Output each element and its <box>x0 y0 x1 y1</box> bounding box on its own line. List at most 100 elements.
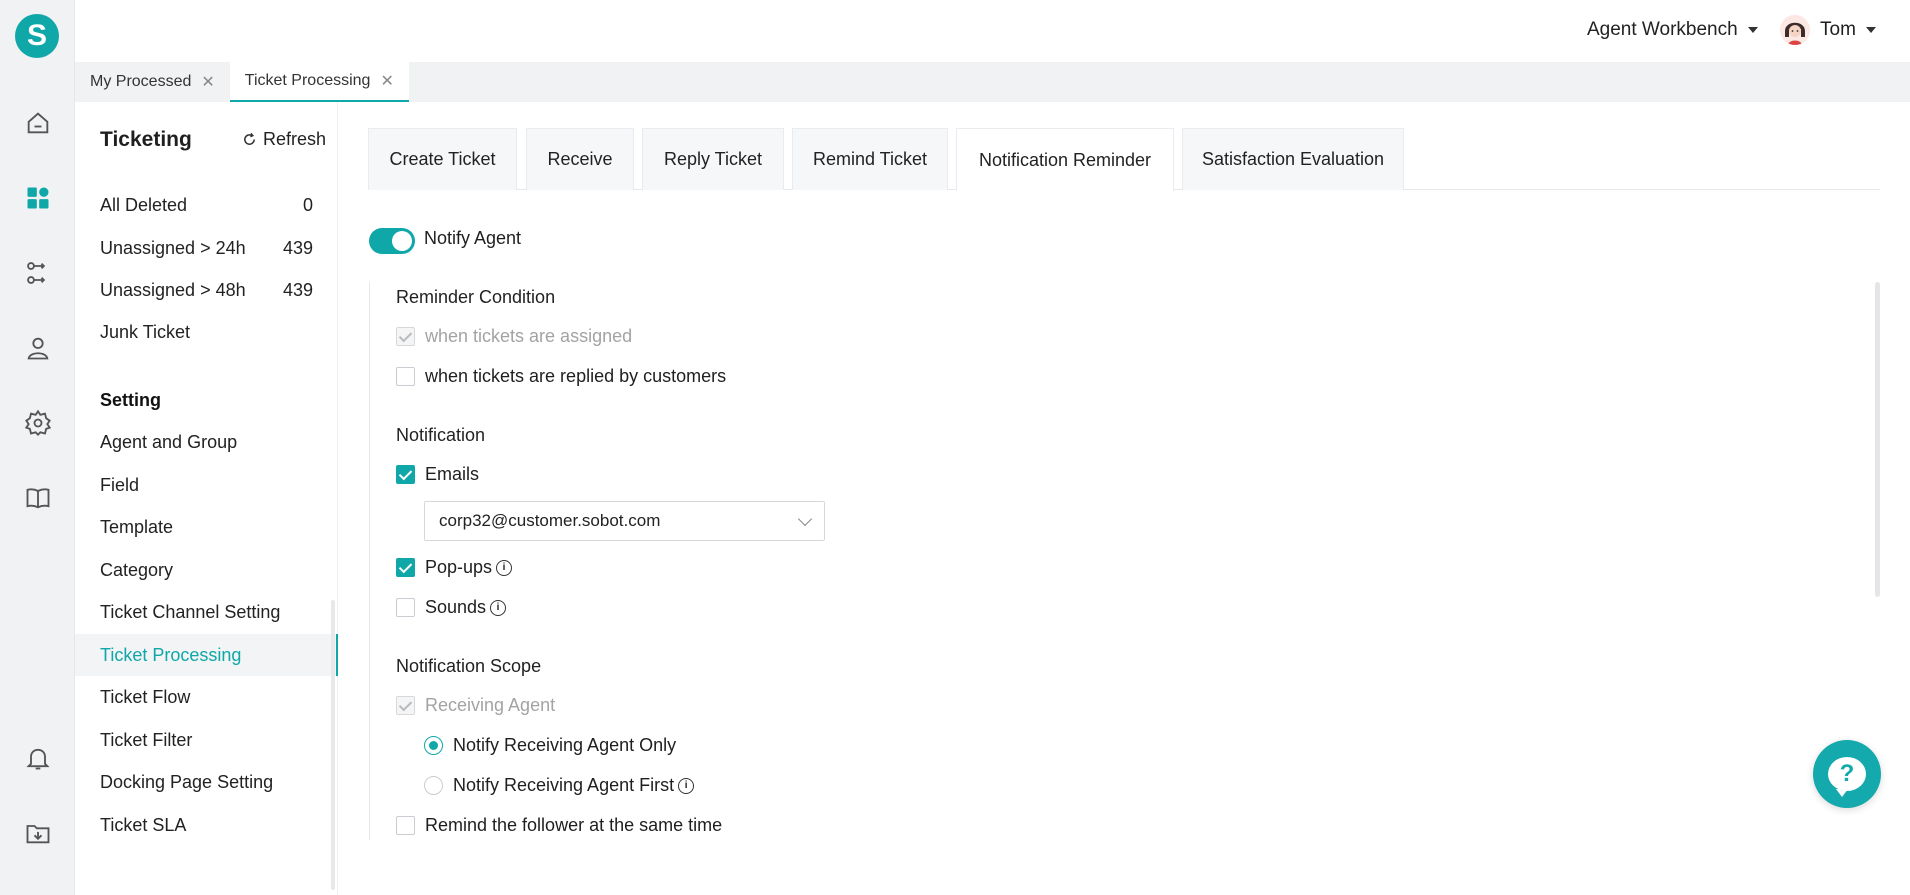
info-icon[interactable]: i <box>496 559 513 576</box>
tab-satisfaction-evaluation[interactable]: Satisfaction Evaluation <box>1182 128 1404 190</box>
sidebar-item-unassigned-48h[interactable]: Unassigned > 48h 439 <box>75 269 338 311</box>
sidebar-item-all-deleted[interactable]: All Deleted 0 <box>75 184 338 226</box>
brand-logo[interactable]: S <box>15 14 59 58</box>
tab-remind-ticket[interactable]: Remind Ticket <box>792 128 948 190</box>
routing-icon[interactable] <box>20 255 56 291</box>
sidebar-item-agent-and-group[interactable]: Agent and Group <box>75 421 338 463</box>
refresh-label: Refresh <box>263 129 327 149</box>
checkbox <box>396 696 415 715</box>
sidebar-title: Ticketing <box>100 128 192 151</box>
checkbox[interactable] <box>396 598 415 617</box>
info-icon[interactable]: i <box>490 599 507 616</box>
download-folder-icon[interactable] <box>20 815 56 851</box>
sidebar-item-label: Category <box>100 559 174 580</box>
sidebar-item-ticket-processing[interactable]: Ticket Processing <box>75 634 338 676</box>
sidebar-scrollbar[interactable] <box>331 600 335 890</box>
help-button[interactable]: ? <box>1813 740 1881 808</box>
sidebar-item-junk-ticket[interactable]: Junk Ticket <box>75 311 338 353</box>
sidebar-item-ticket-flow[interactable]: Ticket Flow <box>75 676 338 718</box>
notification-scope-title: Notification Scope <box>396 656 542 676</box>
checkbox-label: Sounds <box>425 597 487 617</box>
reminder-condition-title: Reminder Condition <box>396 287 556 307</box>
sidebar-item-ticket-filter[interactable]: Ticket Filter <box>75 719 338 761</box>
book-icon[interactable] <box>20 480 56 516</box>
sidebar-item-label: Ticket SLA <box>100 814 187 835</box>
checkbox <box>396 327 415 346</box>
user-menu[interactable]: Tom <box>1780 15 1876 45</box>
page-tab-label: My Processed <box>90 73 192 90</box>
checkbox-label: Remind the follower at the same time <box>425 815 723 835</box>
sidebar-item-label: Ticket Channel Setting <box>100 601 281 622</box>
radio[interactable] <box>424 736 443 755</box>
sidebar-item-count: 0 <box>302 194 313 215</box>
notify-receiving-agent-only-radio[interactable]: Notify Receiving Agent Only <box>424 735 676 756</box>
condition-replied-checkbox[interactable]: when tickets are replied by customers <box>396 366 726 387</box>
settings-tab-bar: Create Ticket Receive Reply Ticket Remin… <box>368 128 1880 191</box>
page-tab-ticket-processing[interactable]: Ticket Processing ✕ <box>229 62 409 102</box>
left-rail: S <box>0 0 75 895</box>
remind-follower-checkbox[interactable]: Remind the follower at the same time <box>396 815 722 836</box>
tab-reply-ticket[interactable]: Reply Ticket <box>642 128 784 190</box>
sidebar-item-ticket-sla[interactable]: Ticket SLA <box>75 804 338 846</box>
sidebar-section-setting: Setting <box>100 390 161 410</box>
tab-label: Remind Ticket <box>812 149 928 169</box>
notify-agent-label: Notify Agent <box>424 228 522 248</box>
user-name: Tom <box>1820 19 1856 40</box>
emails-checkbox[interactable]: Emails <box>396 464 479 485</box>
radio[interactable] <box>424 776 443 795</box>
notify-receiving-agent-first-radio[interactable]: Notify Receiving Agent First i <box>424 775 695 796</box>
refresh-button[interactable]: Refresh <box>242 129 326 150</box>
tab-receive[interactable]: Receive <box>526 128 634 190</box>
checkbox-label: when tickets are replied by customers <box>425 366 727 386</box>
tab-label: Notification Reminder <box>978 149 1152 170</box>
sidebar-item-unassigned-24h[interactable]: Unassigned > 24h 439 <box>75 227 338 269</box>
notify-agent-toggle[interactable] <box>369 228 415 254</box>
dashboard-icon[interactable] <box>20 180 56 216</box>
checkbox-label: when tickets are assigned <box>425 326 633 346</box>
popups-checkbox[interactable]: Pop-ups i <box>396 557 513 578</box>
sidebar-item-label: Ticket Processing <box>100 644 242 665</box>
page-tab-strip: My Processed ✕ Ticket Processing ✕ <box>75 62 1910 102</box>
sidebar-item-label: All Deleted <box>100 194 188 215</box>
agent-icon[interactable] <box>20 330 56 366</box>
sidebar-item-count: 439 <box>282 279 313 300</box>
sidebar-item-category[interactable]: Category <box>75 549 338 591</box>
section-divider <box>369 282 370 840</box>
checkbox[interactable] <box>396 367 415 386</box>
radio-label: Notify Receiving Agent First <box>453 775 675 795</box>
sidebar-item-field[interactable]: Field <box>75 464 338 506</box>
workbench-dropdown[interactable]: Agent Workbench <box>1587 19 1758 41</box>
tab-label: Satisfaction Evaluation <box>1201 149 1385 169</box>
sidebar-item-label: Field <box>100 474 140 495</box>
sidebar-item-label: Ticket Filter <box>100 729 193 750</box>
notification-title: Notification <box>396 425 486 445</box>
tab-label: Reply Ticket <box>663 149 763 169</box>
checkbox[interactable] <box>396 465 415 484</box>
home-icon[interactable] <box>20 105 56 141</box>
sidebar-item-label: Junk Ticket <box>100 321 191 342</box>
sidebar-item-label: Agent and Group <box>100 431 238 452</box>
tab-notification-reminder[interactable]: Notification Reminder <box>956 128 1174 191</box>
info-icon[interactable]: i <box>678 777 695 794</box>
main-content: Create Ticket Receive Reply Ticket Remin… <box>338 102 1910 895</box>
sidebar-item-docking-page-setting[interactable]: Docking Page Setting <box>75 761 338 803</box>
email-select-value: corp32@customer.sobot.com <box>439 511 661 530</box>
chevron-down-icon <box>797 511 813 527</box>
sidebar-item-label: Template <box>100 516 174 537</box>
sounds-checkbox[interactable]: Sounds i <box>396 597 507 618</box>
checkbox[interactable] <box>396 558 415 577</box>
page-tab-my-processed[interactable]: My Processed ✕ <box>75 62 230 102</box>
radio-label: Notify Receiving Agent Only <box>453 735 677 755</box>
sidebar-item-template[interactable]: Template <box>75 506 338 548</box>
caret-down-icon <box>1747 27 1758 33</box>
email-select[interactable]: corp32@customer.sobot.com <box>424 501 825 541</box>
content-scrollbar[interactable] <box>1875 282 1880 597</box>
top-header: Agent Workbench Tom <box>75 0 1910 62</box>
tab-create-ticket[interactable]: Create Ticket <box>368 128 517 190</box>
checkbox[interactable] <box>396 816 415 835</box>
gear-icon[interactable] <box>20 405 56 441</box>
close-icon[interactable]: ✕ <box>380 71 393 91</box>
sidebar-item-ticket-channel-setting[interactable]: Ticket Channel Setting <box>75 591 338 633</box>
bell-icon[interactable] <box>20 740 56 776</box>
close-icon[interactable]: ✕ <box>201 72 214 92</box>
